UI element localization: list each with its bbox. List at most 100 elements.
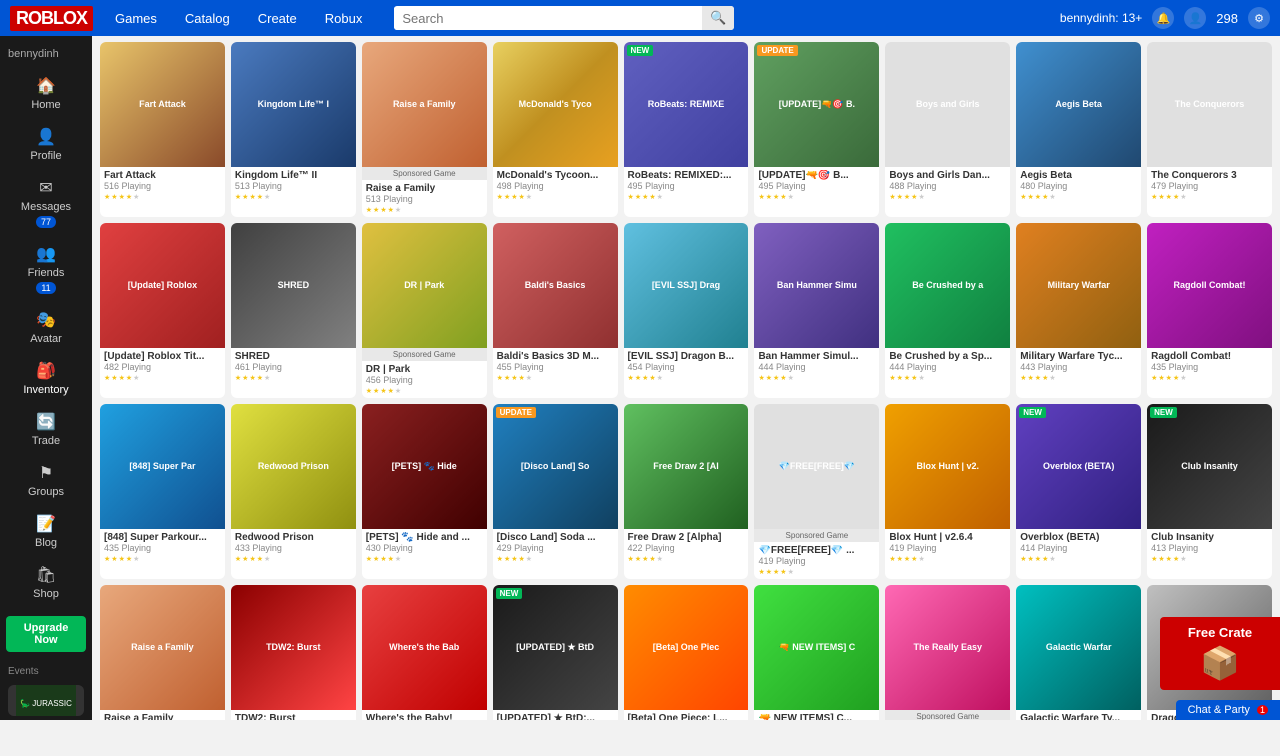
update-badge: UPDATE xyxy=(496,407,536,418)
crate-icon: 📦 xyxy=(1200,644,1240,682)
game-card[interactable]: TDW2: Burst TDW2: Burst 400 Playing ★★★★… xyxy=(231,585,356,720)
game-card[interactable]: [Beta] One Piec [Beta] One Piece: L... 3… xyxy=(624,585,749,720)
game-info: Be Crushed by a Sp... 444 Playing ★★★★★ xyxy=(885,348,1010,385)
game-players: 419 Playing xyxy=(889,543,1006,553)
rating-stars: ★★★★★ xyxy=(1020,193,1137,201)
game-card[interactable]: [848] Super Par [848] Super Parkour... 4… xyxy=(100,404,225,579)
game-title: SHRED xyxy=(235,351,352,362)
game-info: Fart Attack 516 Playing ★★★★★ xyxy=(100,167,225,204)
game-info: [UPDATED] ★ BtD:... 398 Playing ★★★★★ xyxy=(493,710,618,720)
game-title: [Disco Land] Soda ... xyxy=(497,532,614,543)
game-card[interactable]: SHRED SHRED 461 Playing ★★★★★ xyxy=(231,223,356,398)
game-card[interactable]: Where's the Bab Where's the Baby! 401 Pl… xyxy=(362,585,487,720)
upgrade-button[interactable]: Upgrade Now xyxy=(6,616,86,652)
nav-create[interactable]: Create xyxy=(252,11,303,26)
game-card[interactable]: Raise a Family Sponsored Game Raise a Fa… xyxy=(362,42,487,217)
game-card[interactable]: Galactic Warfar Galactic Warfare Ty... 3… xyxy=(1016,585,1141,720)
rating-stars: ★★★★★ xyxy=(758,568,875,576)
sidebar-item-messages[interactable]: ✉ Messages 77 xyxy=(0,170,92,236)
game-thumbnail: Boys and Girls xyxy=(885,42,1010,167)
game-card[interactable]: [PETS] 🐾 Hide [PETS] 🐾 Hide and ... 430 … xyxy=(362,404,487,579)
sidebar-item-trade[interactable]: 🔄 Trade xyxy=(0,404,92,455)
game-players: 513 Playing xyxy=(235,181,352,191)
game-thumbnail: Where's the Bab xyxy=(362,585,487,710)
sidebar-item-groups[interactable]: ⚑ Groups xyxy=(0,455,92,506)
game-card[interactable]: [Update] Roblox [Update] Roblox Tit... 4… xyxy=(100,223,225,398)
game-card[interactable]: NEW [UPDATED] ★ BtD [UPDATED] ★ BtD:... … xyxy=(493,585,618,720)
rating-stars: ★★★★★ xyxy=(1151,193,1268,201)
game-card[interactable]: DR | Park Sponsored Game DR | Park 456 P… xyxy=(362,223,487,398)
settings-icon[interactable]: ⚙ xyxy=(1248,7,1270,29)
game-title: Overblox (BETA) xyxy=(1020,532,1137,543)
game-thumbnail: [Update] Roblox xyxy=(100,223,225,348)
event-thumbnail[interactable]: 🦕 JURASSIC xyxy=(8,685,84,716)
game-card[interactable]: Fart Attack Fart Attack 516 Playing ★★★★… xyxy=(100,42,225,217)
game-players: 414 Playing xyxy=(1020,543,1137,553)
sidebar-item-label: Groups xyxy=(28,486,64,498)
game-card[interactable]: Raise a Family Raise a Family 409 Playin… xyxy=(100,585,225,720)
game-players: 488 Playing xyxy=(889,181,1006,191)
sidebar-item-profile[interactable]: 👤 Profile xyxy=(0,119,92,170)
game-players: 480 Playing xyxy=(1020,181,1137,191)
nav-catalog[interactable]: Catalog xyxy=(179,11,236,26)
game-info: Redwood Prison 433 Playing ★★★★★ xyxy=(231,529,356,566)
game-card[interactable]: Ragdoll Combat! Ragdoll Combat! 435 Play… xyxy=(1147,223,1272,398)
game-card[interactable]: 🔫 NEW ITEMS] C 🔫 NEW ITEMS] C... 393 Pla… xyxy=(754,585,879,720)
game-card[interactable]: NEW RoBeats: REMIXE RoBeats: REMIXED:...… xyxy=(624,42,749,217)
chat-party-bar[interactable]: Chat & Party 1 xyxy=(1176,700,1280,720)
game-thumbnail: Ragdoll Combat! xyxy=(1147,223,1272,348)
game-card[interactable]: NEW Club Insanity Club Insanity 413 Play… xyxy=(1147,404,1272,579)
game-card[interactable]: 💎FREE[FREE]💎 Sponsored Game 💎FREE[FREE]💎… xyxy=(754,404,879,579)
game-card[interactable]: [EVIL SSJ] Drag [EVIL SSJ] Dragon B... 4… xyxy=(624,223,749,398)
game-info: 💎FREE[FREE]💎 ... 419 Playing ★★★★★ xyxy=(754,542,879,579)
game-title: McDonald's Tycoon... xyxy=(497,170,614,181)
game-title: [PETS] 🐾 Hide and ... xyxy=(366,532,483,543)
game-card[interactable]: The Really Easy Sponsored Game The Reall… xyxy=(885,585,1010,720)
sidebar-item-inventory[interactable]: 🎒 Inventory xyxy=(0,353,92,404)
sidebar-item-label: Home xyxy=(31,99,60,111)
game-card[interactable]: Aegis Beta Aegis Beta 480 Playing ★★★★★ xyxy=(1016,42,1141,217)
game-card[interactable]: Redwood Prison Redwood Prison 433 Playin… xyxy=(231,404,356,579)
game-players: 479 Playing xyxy=(1151,181,1268,191)
game-card[interactable]: UPDATE [Disco Land] So [Disco Land] Soda… xyxy=(493,404,618,579)
game-thumbnail: NEW Club Insanity xyxy=(1147,404,1272,529)
game-thumbnail: Blox Hunt | v2. xyxy=(885,404,1010,529)
game-card[interactable]: Blox Hunt | v2. Blox Hunt | v2.6.4 419 P… xyxy=(885,404,1010,579)
game-card[interactable]: Kingdom Life™ I Kingdom Life™ II 513 Pla… xyxy=(231,42,356,217)
sidebar-item-blog[interactable]: 📝 Blog xyxy=(0,506,92,557)
nav-robux[interactable]: Robux xyxy=(319,11,369,26)
sidebar-item-label: Messages xyxy=(21,201,71,213)
logo[interactable]: ROBLOX xyxy=(10,6,93,31)
game-thumbnail: 🔫 NEW ITEMS] C xyxy=(754,585,879,710)
game-card[interactable]: UPDATE [UPDATE]🔫🎯 B. [UPDATE]🔫🎯 B... 495… xyxy=(754,42,879,217)
sidebar-item-home[interactable]: 🏠 Home xyxy=(0,68,92,119)
game-thumbnail: Raise a Family xyxy=(362,42,487,167)
groups-icon: ⚑ xyxy=(39,463,53,483)
sidebar-item-avatar[interactable]: 🎭 Avatar xyxy=(0,302,92,353)
nav-games[interactable]: Games xyxy=(109,11,163,26)
game-card[interactable]: Be Crushed by a Be Crushed by a Sp... 44… xyxy=(885,223,1010,398)
sidebar-item-shop[interactable]: 🛍 Shop xyxy=(0,557,92,608)
notifications-icon[interactable]: 🔔 xyxy=(1152,7,1174,29)
sidebar-item-friends[interactable]: 👥 Friends 11 xyxy=(0,236,92,302)
free-crate-popup[interactable]: Free Crate 📦 xyxy=(1160,617,1280,690)
game-card[interactable]: Free Draw 2 [Al Free Draw 2 [Alpha] 422 … xyxy=(624,404,749,579)
main-content: Fart Attack Fart Attack 516 Playing ★★★★… xyxy=(92,36,1280,720)
game-card[interactable]: Military Warfar Military Warfare Tyc... … xyxy=(1016,223,1141,398)
game-card[interactable]: The Conquerors The Conquerors 3 479 Play… xyxy=(1147,42,1272,217)
game-card[interactable]: Ban Hammer Simu Ban Hammer Simul... 444 … xyxy=(754,223,879,398)
search-input[interactable] xyxy=(394,7,702,30)
game-thumbnail: Free Draw 2 [Al xyxy=(624,404,749,529)
game-players: 454 Playing xyxy=(628,362,745,372)
search-button[interactable]: 🔍 xyxy=(702,6,734,30)
game-card[interactable]: Boys and Girls Boys and Girls Dan... 488… xyxy=(885,42,1010,217)
sidebar-item-label: Friends xyxy=(28,267,65,279)
game-card[interactable]: McDonald's Tyco McDonald's Tycoon... 498… xyxy=(493,42,618,217)
rating-stars: ★★★★★ xyxy=(1020,555,1137,563)
game-card[interactable]: NEW Overblox (BETA) Overblox (BETA) 414 … xyxy=(1016,404,1141,579)
game-title: Free Draw 2 [Alpha] xyxy=(628,532,745,543)
game-title: Fart Attack xyxy=(104,170,221,181)
game-card[interactable]: Baldi's Basics Baldi's Basics 3D M... 45… xyxy=(493,223,618,398)
profile-icon[interactable]: 👤 xyxy=(1184,7,1206,29)
game-thumbnail: UPDATE [UPDATE]🔫🎯 B. xyxy=(754,42,879,167)
